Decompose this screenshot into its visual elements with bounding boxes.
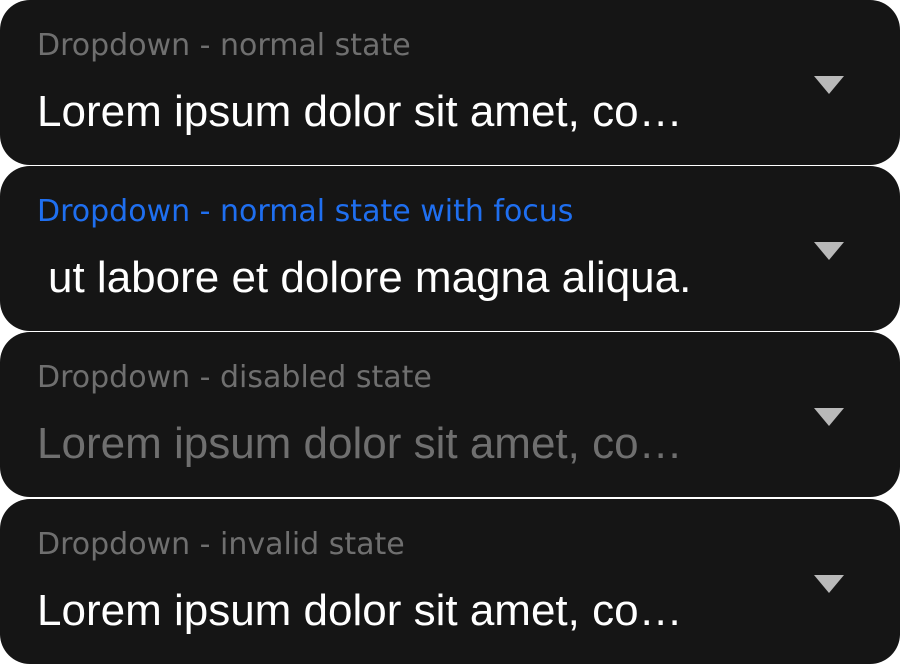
dropdown-label: Dropdown - normal state with focus — [37, 194, 574, 229]
dropdown-label: Dropdown - normal state — [37, 28, 411, 63]
chevron-down-icon[interactable] — [814, 575, 844, 593]
chevron-down-icon — [814, 408, 844, 426]
dropdown-disabled: Dropdown - disabled state Lorem ipsum do… — [0, 332, 900, 497]
dropdown-normal[interactable]: Dropdown - normal state Lorem ipsum dolo… — [0, 0, 900, 165]
dropdown-value: Lorem ipsum dolor sit amet, co… — [37, 586, 683, 635]
dropdown-normal-focus[interactable]: Dropdown - normal state with focus ut la… — [0, 166, 900, 331]
dropdown-invalid[interactable]: Dropdown - invalid state Lorem ipsum dol… — [0, 499, 900, 664]
dropdown-value: Lorem ipsum dolor sit amet, co… — [37, 419, 683, 468]
dropdown-label: Dropdown - disabled state — [37, 360, 432, 395]
chevron-down-icon[interactable] — [814, 242, 844, 260]
dropdown-label: Dropdown - invalid state — [37, 527, 405, 562]
dropdown-value: ut labore et dolore magna aliqua. — [48, 253, 692, 302]
dropdown-value: Lorem ipsum dolor sit amet, co… — [37, 87, 683, 136]
dropdown-stack: Dropdown - normal state Lorem ipsum dolo… — [0, 0, 900, 664]
chevron-down-icon[interactable] — [814, 76, 844, 94]
